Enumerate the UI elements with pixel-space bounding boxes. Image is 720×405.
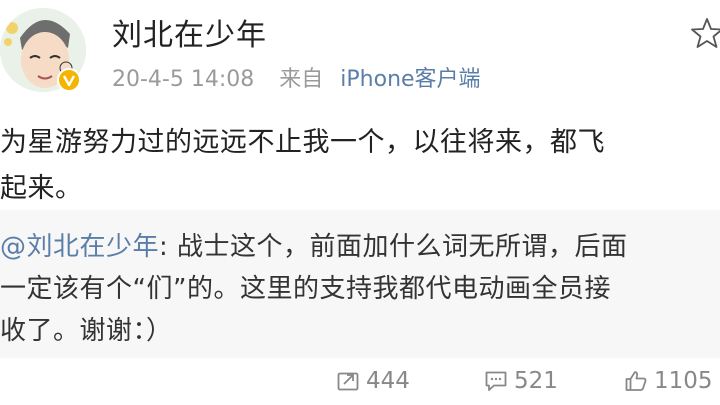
source-prefix: 来自 [279,67,324,92]
post-time: 20-4-5 14:08 [112,67,255,92]
star-outline-icon[interactable] [690,16,720,50]
comment-count: 521 [514,368,558,394]
post-meta: 20-4-5 14:08 来自 iPhone客户端 [112,61,481,93]
repost-count: 444 [366,368,410,394]
username[interactable]: 刘北在少年 [112,10,267,54]
comment-icon [485,371,507,391]
post-line: 起来。 [0,173,83,204]
source-link[interactable]: iPhone客户端 [340,67,480,92]
repost-line: 一定该有个“们”的。这里的支持我都代电动画全员接 [0,274,611,304]
like-button[interactable]: 1105 [624,368,713,394]
reposted-content[interactable]: @刘北在少年: 战士这个，前面加什么词无所谓，后面 一定该有个“们”的。这里的支… [0,210,720,358]
verified-badge-icon [57,68,81,92]
repost-button[interactable]: 444 [336,368,410,394]
comment-button[interactable]: 521 [484,368,558,394]
action-bar: 444 521 1105 [0,362,720,405]
repost-text: : 战士这个，前面加什么词无所谓，后面 [159,232,628,262]
repost-line: 收了。谢谢：） [0,316,173,346]
repost-icon [337,372,359,391]
repost-line: @刘北在少年: 战士这个，前面加什么词无所谓，后面 [0,226,720,268]
thumbs-up-icon [625,371,647,391]
like-count: 1105 [654,368,713,394]
repost-body: @刘北在少年: 战士这个，前面加什么词无所谓，后面 一定该有个“们”的。这里的支… [0,226,720,352]
post-body: 为星游努力过的远远不止我一个，以往将来，都飞 起来。 [0,120,720,212]
post-line: 为星游努力过的远远不止我一个，以往将来，都飞 [0,127,605,158]
mention-link[interactable]: @刘北在少年 [0,232,159,262]
